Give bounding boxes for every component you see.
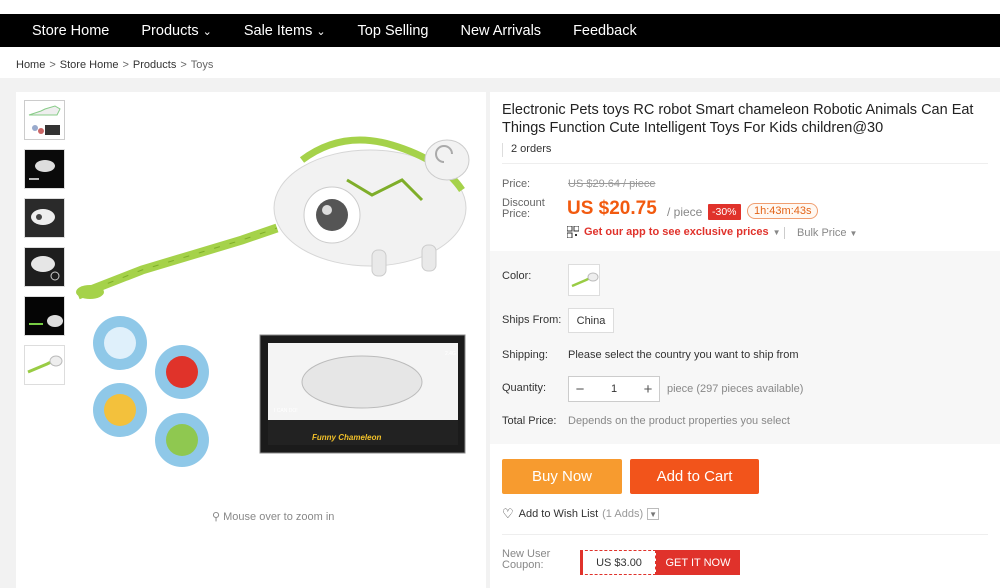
- wish-list-row: ♡ Add to Wish List (1 Adds) ▼: [502, 506, 660, 522]
- countdown-timer: 1h:43m:43s: [747, 203, 819, 219]
- nav-new-arrivals[interactable]: New Arrivals: [444, 14, 557, 47]
- divider: [502, 534, 988, 535]
- nav-label: Feedback: [573, 22, 637, 39]
- bulk-price-dropdown[interactable]: Bulk Price ▼: [784, 227, 857, 239]
- thumbnail-1[interactable]: [24, 100, 65, 140]
- breadcrumb-home[interactable]: Home: [16, 59, 45, 71]
- chevron-down-icon: ⌄: [316, 26, 326, 38]
- box-tag-text: 2.4G: [445, 351, 456, 357]
- nav-label: New Arrivals: [460, 22, 542, 39]
- quantity-input[interactable]: 1: [591, 383, 637, 395]
- left-gutter: [0, 78, 16, 588]
- quantity-stepper: − 1 +: [568, 376, 660, 402]
- nav-label: Sale Items: [243, 22, 313, 39]
- discount-price: US $20.75: [567, 198, 657, 219]
- app-promo-text: Get our app to see exclusive prices: [584, 226, 769, 238]
- thumbnail-3[interactable]: [24, 198, 65, 238]
- discount-badge: -30%: [708, 204, 741, 220]
- thumbnail-6[interactable]: [24, 345, 65, 385]
- nav-label: Products: [141, 22, 199, 39]
- breadcrumb-toys[interactable]: Toys: [191, 59, 214, 71]
- app-promo-link[interactable]: Get our app to see exclusive prices ▼: [566, 225, 781, 239]
- nav-products[interactable]: Products ⌄: [125, 14, 227, 47]
- plus-icon[interactable]: +: [637, 381, 659, 398]
- breadcrumb-store-home[interactable]: Store Home: [60, 59, 119, 71]
- caret-down-icon: ▼: [772, 227, 781, 237]
- discount-price-label: Discount Price:: [502, 197, 545, 220]
- price-label: Price:: [502, 178, 531, 190]
- chevron-down-icon: ⌄: [202, 26, 212, 38]
- new-user-coupon-label: New User Coupon:: [502, 548, 551, 571]
- zoom-hint-text: Mouse over to zoom in: [223, 511, 335, 523]
- color-option[interactable]: [568, 264, 600, 296]
- breadcrumb-products[interactable]: Products: [133, 59, 176, 71]
- zoom-hint: ⚲ Mouse over to zoom in: [212, 510, 334, 523]
- nav-sale-items[interactable]: Sale Items ⌄: [228, 14, 342, 47]
- box-small-text: I CAN DO!: [274, 408, 298, 414]
- main-product-image[interactable]: I CAN DO! Funny Chameleon 2.4G: [72, 100, 482, 480]
- add-to-cart-button[interactable]: Add to Cart: [630, 459, 759, 494]
- thumbnail-list: [24, 100, 65, 394]
- breadcrumb: Home > Store Home > Products > Toys: [16, 59, 214, 71]
- buy-now-button[interactable]: Buy Now: [502, 459, 622, 494]
- thumbnail-4[interactable]: [24, 247, 65, 287]
- minus-icon[interactable]: −: [569, 381, 591, 398]
- box-name-text: Funny Chameleon: [312, 433, 381, 442]
- per-piece-label: / piece: [667, 205, 703, 219]
- coupon-amount: US $3.00: [580, 550, 656, 575]
- product-title: Electronic Pets toys RC robot Smart cham…: [502, 102, 974, 136]
- nav-top-selling[interactable]: Top Selling: [342, 14, 445, 47]
- total-price-label: Total Price:: [502, 415, 557, 427]
- total-price-note: Depends on the product properties you se…: [568, 415, 790, 427]
- nav-store-home[interactable]: Store Home: [0, 14, 125, 47]
- caret-down-icon: ▼: [849, 228, 858, 238]
- shipping-text: Please select the country you want to sh…: [568, 349, 799, 361]
- qr-code-icon: [566, 225, 580, 239]
- nav-label: Store Home: [32, 22, 110, 39]
- top-nav: Store Home Products ⌄ Sale Items ⌄ Top Sel…: [0, 14, 1000, 47]
- quantity-note: piece (297 pieces available): [667, 383, 804, 395]
- wish-count: (1 Adds): [602, 508, 644, 520]
- add-to-wish-list-link[interactable]: Add to Wish List: [519, 508, 598, 520]
- orders-count: 2 orders: [502, 140, 988, 164]
- nav-feedback[interactable]: Feedback: [557, 14, 653, 47]
- coupon-widget: US $3.00 GET IT NOW: [580, 550, 740, 575]
- bulk-price-label: Bulk Price: [797, 227, 847, 239]
- ships-from-label: Ships From:: [502, 314, 562, 326]
- quantity-label: Quantity:: [502, 382, 547, 394]
- ships-from-option[interactable]: China: [568, 308, 614, 333]
- nav-label: Top Selling: [357, 22, 429, 39]
- section-divider: [0, 78, 1000, 92]
- color-label: Color:: [502, 270, 532, 282]
- search-icon: ⚲: [212, 511, 221, 523]
- chevron-down-icon[interactable]: ▼: [647, 508, 660, 520]
- heart-icon[interactable]: ♡: [502, 506, 514, 522]
- original-price: US $29.64 / piece: [568, 178, 656, 190]
- thumbnail-5[interactable]: [24, 296, 65, 336]
- thumbnail-2[interactable]: [24, 149, 65, 189]
- shipping-label: Shipping:: [502, 349, 548, 361]
- get-coupon-button[interactable]: GET IT NOW: [656, 550, 740, 575]
